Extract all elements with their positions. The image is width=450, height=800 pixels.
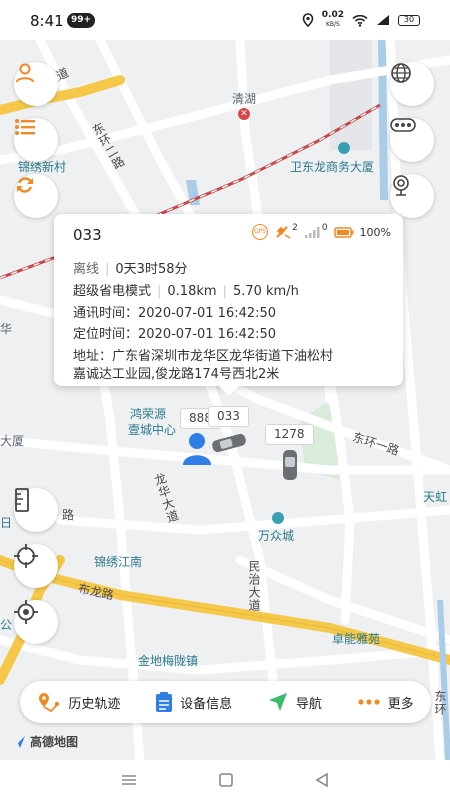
map-label-road-suffix: 路: [62, 508, 75, 522]
location-icon: [302, 13, 314, 27]
address-line-1: 地址：广东省深圳市龙华区龙华街道下油松村: [73, 349, 334, 364]
power-mode: 超级省电模式: [73, 284, 152, 299]
device-info-popup[interactable]: 033 GPS 2 0 100% 离线 | 0天3时58分 超级省电模式 | 0.18k…: [54, 214, 403, 396]
address-line-2: 嘉诚达工业园,俊龙路174号西北2米: [73, 367, 280, 382]
net-speed-value: 0.02: [321, 10, 344, 20]
wifi-icon: [352, 14, 368, 27]
battery-percent: 100%: [359, 225, 391, 239]
plate-033[interactable]: 033: [208, 406, 249, 427]
ruler-button[interactable]: [14, 488, 58, 532]
map-view[interactable]: 龙华大道 东环二路 清湖 ✕ 锦绣新村 卫东龙商务大厦 大厦 日 鸿荣源 壹城中…: [0, 40, 450, 760]
system-nav-bar: [0, 760, 450, 800]
device-info-label: 设备信息: [180, 696, 233, 712]
plate-1278[interactable]: 1278: [265, 424, 314, 445]
net-speed-unit: KB/S: [325, 21, 340, 28]
locate-self-button[interactable]: [14, 544, 58, 588]
refresh-button[interactable]: [14, 174, 58, 218]
map-layer-button[interactable]: [390, 62, 434, 106]
offline-duration: 0天3时58分: [115, 262, 188, 277]
map-label-gong: 公: [0, 618, 13, 632]
map-label-zhuoneng-yayuan: 卓能雅苑: [332, 632, 381, 646]
net-speed: 0.02 KB/S: [322, 11, 344, 29]
target-icon: [14, 600, 38, 624]
map-label-hua: 华: [0, 322, 13, 336]
webcam-icon: [393, 175, 409, 196]
map-label-yicheng-center: 壹城中心: [128, 423, 177, 437]
distance-value: 0.18km: [167, 284, 217, 299]
map-label-wanzhongcheng: 万众城: [258, 529, 295, 543]
map-label-weidonglong: 卫东龙商务大厦: [290, 160, 375, 174]
device-status-icons: GPS 2 0 100%: [252, 223, 391, 240]
mode-row: 超级省电模式 | 0.18km | 5.70 km/h: [73, 284, 299, 299]
user-icon: [16, 63, 34, 83]
location-time: 定位时间：2020-07-01 16:42:50: [73, 327, 277, 342]
list-icon: [15, 119, 35, 135]
map-label-hongrongyuan: 鸿荣源: [130, 407, 167, 421]
satellite-count: 2: [292, 223, 298, 233]
history-track-button[interactable]: 历史轨迹: [37, 691, 120, 713]
bottom-toolbar: 历史轨迹 设备信息 导航 更多: [20, 681, 431, 723]
map-label-qinghu: 清湖: [232, 92, 257, 106]
more-dots-icon: [358, 699, 380, 705]
map-label-donghuan-left: 东环: [433, 690, 447, 716]
camera-button[interactable]: [390, 174, 434, 218]
device-name: 033: [73, 226, 102, 244]
map-label-ri: 日: [0, 516, 13, 530]
poi-building-icon: [338, 142, 350, 154]
user-profile-button[interactable]: [14, 62, 58, 106]
battery-icon: [333, 226, 354, 238]
car-marker-icon[interactable]: [209, 432, 249, 454]
signal-strength-icon: [304, 227, 320, 238]
online-status: 离线: [73, 262, 100, 277]
signal-value: 0: [321, 223, 328, 233]
more-label: 更多: [387, 696, 414, 712]
clipboard-icon: [156, 692, 173, 712]
speed-value: 5.70 km/h: [232, 284, 299, 299]
menu-icon[interactable]: [121, 774, 137, 786]
history-track-label: 历史轨迹: [68, 696, 121, 712]
track-route-icon: [39, 693, 60, 713]
traffic-button[interactable]: [390, 118, 434, 162]
amap-logo: 高德地图: [12, 733, 78, 750]
amap-arrow-icon: [13, 735, 25, 748]
device-info-button[interactable]: 设备信息: [155, 691, 232, 713]
navigation-label: 导航: [295, 696, 322, 712]
status-bar: 8:41 99+ 0.02 KB/S 30: [0, 0, 450, 40]
map-label-dasha: 大厦: [0, 434, 25, 448]
map-roads: [0, 40, 450, 760]
navigation-button[interactable]: 导航: [267, 691, 322, 713]
locate-device-button[interactable]: [14, 600, 58, 644]
globe-icon: [391, 63, 411, 83]
crosshair-icon: [14, 544, 38, 568]
amap-text: 高德地图: [30, 735, 79, 749]
comm-time: 通讯时间：2020-07-01 16:42:50: [73, 306, 277, 321]
map-label-jindi-meilong: 金地梅陇镇: [138, 654, 199, 668]
status-row: 离线 | 0天3时58分: [73, 262, 188, 277]
more-button[interactable]: 更多: [357, 693, 414, 712]
status-icons: 0.02 KB/S 30: [302, 11, 420, 29]
navigation-arrow-icon: [268, 693, 287, 711]
metro-station-icon: ✕: [238, 108, 250, 120]
map-label-tianhong: 天虹: [423, 490, 448, 504]
notification-badge: 99+: [67, 13, 96, 28]
home-icon[interactable]: [219, 773, 233, 787]
back-icon[interactable]: [315, 773, 329, 787]
ruler-icon: [15, 488, 29, 512]
device-list-button[interactable]: [14, 118, 58, 162]
traffic-icon: [390, 118, 416, 132]
map-label-jinxiu-jiangnan: 锦绣江南: [94, 555, 143, 569]
poi-wanzhongcheng-icon: [272, 512, 284, 524]
satellite-off-icon: [276, 226, 291, 239]
refresh-icon: [17, 177, 33, 193]
battery-indicator: 30: [398, 14, 420, 26]
cellular-icon: [377, 15, 389, 25]
gps-icon: GPS: [252, 224, 269, 240]
status-time: 8:41: [30, 12, 64, 30]
car-marker-icon-2[interactable]: [279, 448, 301, 482]
map-label-minzhi-avenue: 民治大道: [247, 560, 261, 612]
